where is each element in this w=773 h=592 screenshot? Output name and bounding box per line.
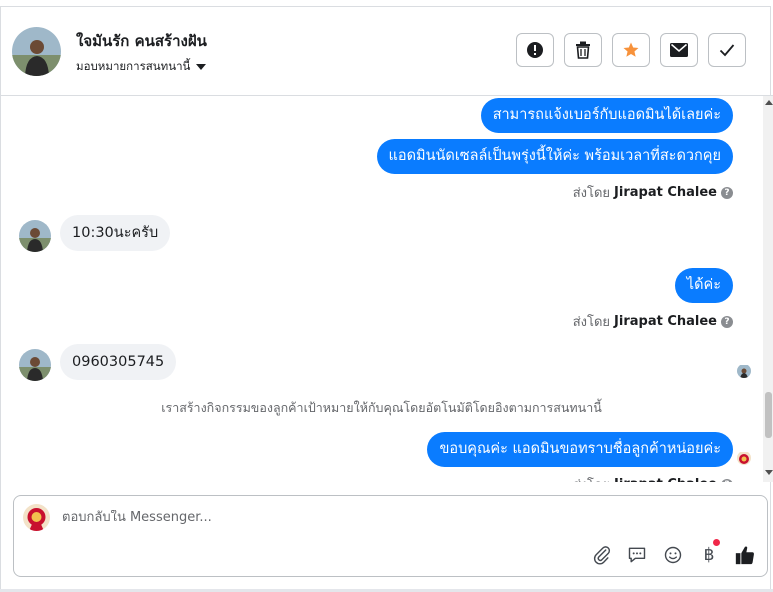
trash-icon <box>576 41 590 59</box>
outgoing-message[interactable]: สามารถแจ้งเบอร์กับแอดมินได้เลยค่ะ <box>480 98 733 133</box>
thumbs-up-icon <box>735 546 754 565</box>
envelope-icon <box>670 43 688 57</box>
like-button[interactable] <box>734 544 756 566</box>
sent-by-label: ส่งโดย Jirapat Chalee ? <box>573 311 733 332</box>
sender-name: Jirapat Chalee <box>614 185 717 200</box>
baht-icon: ฿ <box>703 545 715 565</box>
delete-button[interactable] <box>564 33 602 67</box>
system-note: เราสร้างกิจกรรมของลูกค้าเป้าหมายให้กับคุ… <box>161 400 602 415</box>
assign-label: มอบหมายการสนทนานี้ <box>76 59 191 73</box>
reply-input[interactable] <box>62 510 562 525</box>
message-thread: สามารถแจ้งเบอร์กับแอดมินได้เลยค่ะ แอดมิน… <box>0 96 763 482</box>
chat-bubble-icon <box>628 547 646 563</box>
paperclip-icon <box>593 546 611 565</box>
notification-dot <box>713 539 720 546</box>
sent-by-label: ส่งโดย Jirapat Chalee ? <box>573 182 733 203</box>
sent-by-prefix: ส่งโดย <box>573 474 610 482</box>
contact-avatar[interactable] <box>12 27 61 76</box>
sent-by-prefix: ส่งโดย <box>572 186 611 201</box>
seen-avatar <box>737 364 751 378</box>
outgoing-message[interactable]: แอดมินนัดเซลล์เป็นพรุ่งนี้ให้ค่ะ พร้อมเว… <box>376 139 733 174</box>
emoji-button[interactable] <box>662 544 684 566</box>
help-icon[interactable]: ? <box>721 186 733 199</box>
reply-composer: ฿ <box>13 495 768 577</box>
assign-conversation-dropdown[interactable]: มอบหมายการสนทนานี้ <box>76 58 207 76</box>
conversation-header: ใจมันรัก คนสร้างฝัน มอบหมายการสนทนานี้ <box>0 6 773 96</box>
help-icon[interactable]: ? <box>721 478 733 482</box>
caret-down-icon <box>196 64 207 70</box>
star-icon <box>623 42 639 57</box>
star-button[interactable] <box>612 33 650 67</box>
mark-unread-button[interactable] <box>660 33 698 67</box>
page-avatar <box>23 504 50 531</box>
incoming-message[interactable]: 10:30นะครับ <box>60 215 171 251</box>
scroll-up-icon[interactable] <box>765 100 773 105</box>
seen-avatar <box>737 451 751 465</box>
sender-name: Jirapat Chalee <box>614 314 717 329</box>
message-scrollbar[interactable] <box>763 96 773 482</box>
scroll-down-icon[interactable] <box>765 470 773 475</box>
scroll-thumb[interactable] <box>765 392 772 438</box>
saved-replies-button[interactable] <box>626 544 648 566</box>
outgoing-message[interactable]: ได้ค่ะ <box>674 268 733 303</box>
mark-spam-button[interactable] <box>516 33 554 67</box>
contact-avatar-small <box>19 349 51 381</box>
payment-button[interactable]: ฿ <box>698 539 720 566</box>
alert-circle-icon <box>527 42 543 58</box>
incoming-message[interactable]: 0960305745 <box>60 344 177 380</box>
outgoing-message[interactable]: ขอบคุณค่ะ แอดมินขอทราบชื่อลูกค้าหน่อยค่ะ <box>427 432 733 467</box>
smiley-icon <box>664 546 682 564</box>
sent-by-label: ส่งโดย Jirapat Chalee ? <box>573 474 733 482</box>
sent-by-prefix: ส่งโดย <box>572 315 611 330</box>
contact-avatar-small <box>19 220 51 252</box>
sender-name: Jirapat Chalee <box>614 477 717 482</box>
contact-name[interactable]: ใจมันรัก คนสร้างฝัน <box>76 29 207 53</box>
attach-button[interactable] <box>591 544 613 566</box>
check-icon <box>719 44 735 57</box>
mark-done-button[interactable] <box>708 33 746 67</box>
help-icon[interactable]: ? <box>721 315 733 328</box>
